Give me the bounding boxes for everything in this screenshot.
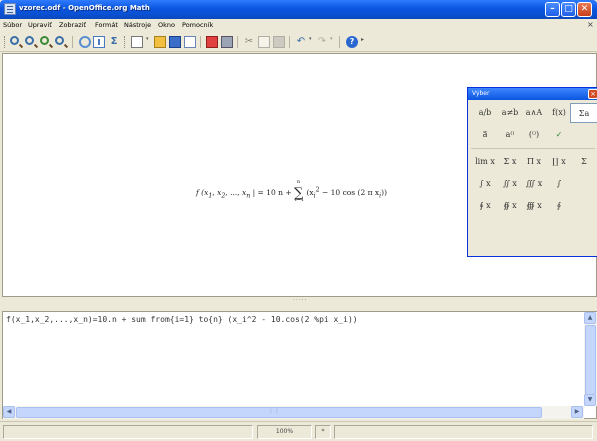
scroll-left-icon[interactable]: ◀ [3, 406, 15, 418]
formula-cursor-icon[interactable] [93, 36, 105, 48]
toolbar-separator [339, 36, 340, 48]
toolbar-separator [200, 36, 201, 48]
format-item[interactable]: ✓ [545, 125, 573, 145]
scroll-up-icon[interactable]: ▲ [584, 312, 596, 324]
horizontal-scrollbar[interactable]: ◀ ⋮⋮ ▶ [3, 406, 584, 419]
open-folder-icon[interactable] [154, 36, 166, 48]
pane-splitter[interactable]: ····· [0, 297, 597, 311]
toolbar-separator [289, 36, 290, 48]
sum-lower-limit: i=1 [295, 197, 305, 203]
operator-set[interactable]: a∧A [520, 103, 548, 123]
operator-sum-limits[interactable]: Σ [570, 152, 597, 172]
commands-window[interactable]: f(x_1,x_2,...,x_n)=10.n + sum from{i=1} … [2, 311, 597, 419]
minimize-button[interactable]: – [545, 2, 560, 17]
status-info-field [334, 425, 593, 439]
operator-product[interactable]: Π x [520, 152, 548, 172]
menu-format[interactable]: Formát [95, 21, 118, 29]
application-window: vzorec.odf - OpenOffice.org Math – □ ✕ S… [0, 0, 597, 441]
rendered-formula: f (x1, x2, ..., xn | = 10 n + n ∑ i=1 (x… [196, 179, 387, 203]
operator-function[interactable]: f(x) [545, 103, 573, 123]
close-document-icon[interactable]: × [587, 20, 594, 29]
formula-command-text[interactable]: f(x_1,x_2,...,x_n)=10.n + sum from{i=1} … [6, 315, 358, 324]
dropdown-arrow-icon[interactable]: ▾ [146, 36, 151, 48]
toolbar-grip-icon[interactable] [124, 36, 126, 48]
menu-view[interactable]: Zobraziť [59, 21, 86, 29]
operator-coproduct[interactable]: ∐ x [545, 152, 573, 172]
title-bar[interactable]: vzorec.odf - OpenOffice.org Math – □ ✕ [0, 0, 597, 19]
vertical-scroll-thumb[interactable] [585, 325, 596, 395]
copy-icon[interactable] [258, 36, 270, 48]
menu-tools[interactable]: Nástroje [124, 21, 151, 29]
cut-icon[interactable]: ✂ [243, 36, 255, 48]
toolbar-options-icon[interactable]: ▸ [361, 36, 366, 48]
menu-edit[interactable]: Upraviť [28, 21, 52, 29]
formula-tail: − 10 cos (2 π x [321, 188, 380, 197]
formula-end: )) [381, 188, 387, 197]
window-title: vzorec.odf - OpenOffice.org Math [19, 4, 150, 12]
show-all-icon[interactable] [55, 36, 64, 45]
selection-window-titlebar[interactable]: Výber × [468, 88, 597, 100]
operator-sum-selected[interactable]: Σa [570, 103, 597, 123]
attribute-vector[interactable]: a⃗ [471, 125, 499, 145]
brackets-item[interactable]: (⁽⁾) [520, 125, 548, 145]
menu-window[interactable]: Okno [158, 21, 175, 29]
undo-icon[interactable]: ↶ [295, 36, 307, 48]
refresh-icon[interactable] [79, 36, 91, 48]
maximize-button[interactable]: □ [561, 2, 576, 17]
zoom-in-icon[interactable] [10, 36, 19, 45]
toolbar-separator [237, 36, 238, 48]
selection-window[interactable]: Výber × a/b a≠b a∧A f(x) Σa a⃗ a⁽⁾ (⁽⁾) … [467, 87, 597, 257]
status-bar: 100% * [0, 421, 597, 441]
export-pdf-icon[interactable] [206, 36, 218, 48]
formula-lhs: f (x [196, 188, 209, 197]
math-app-icon[interactable] [4, 3, 16, 15]
zoom-out-icon[interactable] [25, 36, 34, 45]
menu-bar: Súbor Upraviť Zobraziť Formát Nástroje O… [0, 19, 597, 32]
formula-rhs: | = 10 n + [252, 188, 292, 197]
toolbar-grip-icon[interactable] [4, 36, 6, 48]
dropdown-arrow-icon[interactable]: ▾ [309, 36, 314, 48]
operator-integral[interactable]: ∫ x [471, 174, 499, 194]
formula-body: (x [306, 188, 314, 197]
scroll-grip-icon: ⋮⋮ [268, 408, 280, 415]
operator-triple-integral[interactable]: ∭ x [520, 174, 548, 194]
menu-file[interactable]: Súbor [3, 21, 22, 29]
symbols-icon[interactable]: Σ [108, 36, 120, 48]
zoom-100-icon[interactable] [40, 36, 49, 45]
close-button[interactable]: ✕ [577, 2, 592, 17]
scroll-right-icon[interactable]: ▶ [571, 406, 583, 418]
email-icon[interactable] [184, 36, 196, 48]
sum-symbol: n ∑ i=1 [294, 179, 305, 203]
selection-window-title: Výber [472, 90, 490, 97]
paste-icon[interactable] [273, 36, 285, 48]
scroll-down-icon[interactable]: ▼ [584, 394, 596, 406]
modified-indicator: * [315, 425, 331, 439]
redo-icon[interactable]: ↷ [316, 36, 328, 48]
splitter-grip-icon[interactable]: ····· [293, 297, 308, 304]
menu-help[interactable]: Pomocník [182, 21, 213, 29]
status-message-field [3, 425, 253, 439]
operator-contour-limits[interactable]: ∮ [545, 196, 573, 216]
dropdown-arrow-icon[interactable]: ▾ [330, 36, 335, 48]
zoom-level[interactable]: 100% [257, 425, 312, 439]
operator-integral-limits[interactable]: ∫ [545, 174, 573, 194]
selection-close-icon[interactable]: × [588, 89, 597, 99]
operator-contour-integral[interactable]: ∮ x [471, 196, 499, 216]
standard-toolbar: Σ ▾ ✂ ↶ ▾ ↷ ▾ ? ▸ [0, 32, 597, 52]
new-document-icon[interactable] [131, 36, 143, 48]
print-icon[interactable] [221, 36, 233, 48]
operator-limit[interactable]: lim x [471, 152, 499, 172]
operator-volume-integral[interactable]: ∰ x [520, 196, 548, 216]
sum-upper-limit: n [297, 179, 301, 185]
vertical-scrollbar[interactable]: ▲ ▼ [584, 312, 597, 406]
selection-separator [471, 148, 595, 149]
toolbar-separator [72, 36, 73, 48]
help-icon[interactable]: ? [346, 36, 358, 48]
save-icon[interactable] [169, 36, 181, 48]
operator-fraction[interactable]: a/b [471, 103, 499, 123]
